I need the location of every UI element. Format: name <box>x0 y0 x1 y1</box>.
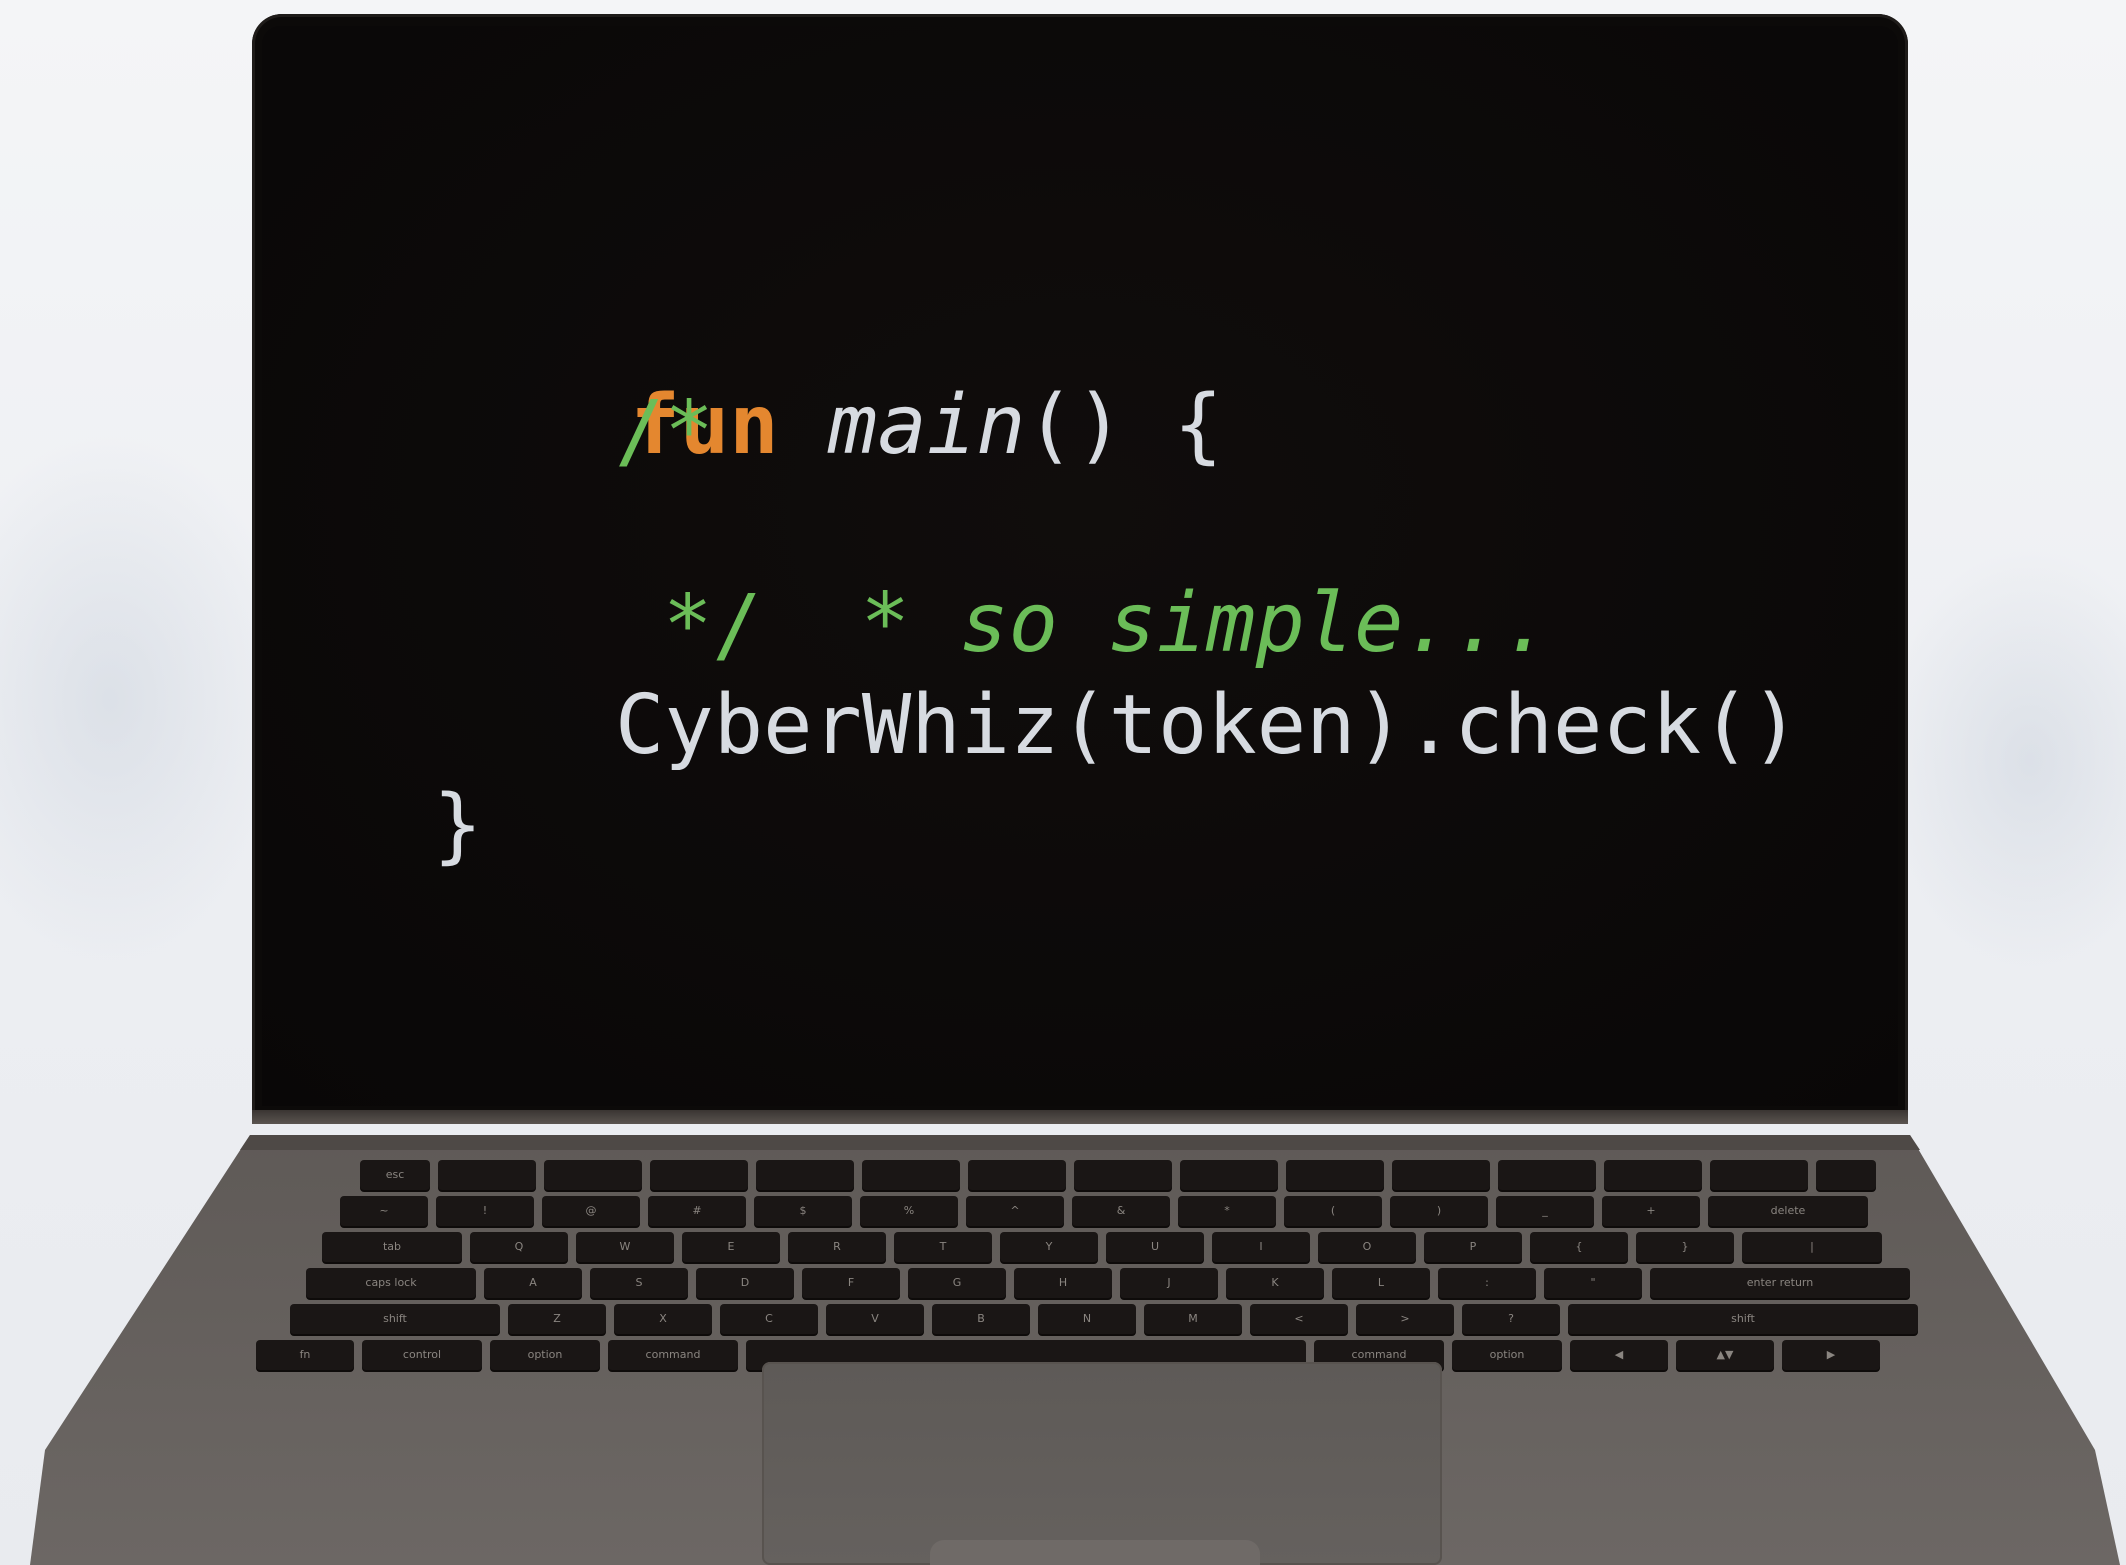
key-command-left: command <box>608 1340 738 1370</box>
key: | <box>1742 1232 1882 1262</box>
key-option-left: option <box>490 1340 600 1370</box>
key: J <box>1120 1268 1218 1298</box>
key: E <box>682 1232 780 1262</box>
key: } <box>1636 1232 1734 1262</box>
key-shift-right: shift <box>1568 1304 1918 1334</box>
code-close-brace: } <box>433 778 483 873</box>
key: > <box>1356 1304 1454 1334</box>
key <box>968 1160 1066 1190</box>
trackpad <box>762 1362 1442 1565</box>
key: T <box>894 1232 992 1262</box>
key: S <box>590 1268 688 1298</box>
keyboard: esc ~ ! @ # $ % ^ & * ( ) _ + delete tab… <box>250 1160 1930 1350</box>
key: $ <box>754 1196 852 1226</box>
key: ! <box>436 1196 534 1226</box>
key: ) <box>1390 1196 1488 1226</box>
key-return: enter return <box>1650 1268 1910 1298</box>
key <box>1710 1160 1808 1190</box>
key: G <box>908 1268 1006 1298</box>
key: + <box>1602 1196 1700 1226</box>
key: ( <box>1284 1196 1382 1226</box>
key: F <box>802 1268 900 1298</box>
key: " <box>1544 1268 1642 1298</box>
key-caps-lock: caps lock <box>306 1268 476 1298</box>
key <box>756 1160 854 1190</box>
key <box>1180 1160 1278 1190</box>
key-arrow-right: ▶ <box>1782 1340 1880 1370</box>
code-comment-star: * <box>860 576 910 671</box>
key: Y <box>1000 1232 1098 1262</box>
hinge <box>252 1110 1908 1124</box>
key: X <box>614 1304 712 1334</box>
key: I <box>1212 1232 1310 1262</box>
key: : <box>1438 1268 1536 1298</box>
key: R <box>788 1232 886 1262</box>
key-control: control <box>362 1340 482 1370</box>
key <box>1604 1160 1702 1190</box>
key: & <box>1072 1196 1170 1226</box>
key <box>438 1160 536 1190</box>
key: { <box>1530 1232 1628 1262</box>
key <box>544 1160 642 1190</box>
key: _ <box>1496 1196 1594 1226</box>
code-comment-text: so simple... <box>959 576 1552 671</box>
key: P <box>1424 1232 1522 1262</box>
key: O <box>1318 1232 1416 1262</box>
key: Z <box>508 1304 606 1334</box>
key-delete: delete <box>1708 1196 1868 1226</box>
key <box>862 1160 960 1190</box>
key: A <box>484 1268 582 1298</box>
key-fn: fn <box>256 1340 354 1370</box>
key-esc: esc <box>360 1160 430 1190</box>
lid-opening-notch <box>930 1540 1260 1565</box>
key: # <box>648 1196 746 1226</box>
key-arrow-left: ◀ <box>1570 1340 1668 1370</box>
code-function-name: main <box>827 378 1026 473</box>
key <box>1816 1160 1876 1190</box>
key-tab: tab <box>322 1232 462 1262</box>
key: K <box>1226 1268 1324 1298</box>
key: H <box>1014 1268 1112 1298</box>
key <box>1392 1160 1490 1190</box>
key: M <box>1144 1304 1242 1334</box>
key: Q <box>470 1232 568 1262</box>
key: W <box>576 1232 674 1262</box>
key: B <box>932 1304 1030 1334</box>
code-comment-open: /* <box>615 384 714 479</box>
key: * <box>1178 1196 1276 1226</box>
key: N <box>1038 1304 1136 1334</box>
code-comment-close: */ <box>663 578 762 673</box>
key: ^ <box>966 1196 1064 1226</box>
key-arrow-up-down: ▲▼ <box>1676 1340 1774 1370</box>
key <box>1074 1160 1172 1190</box>
deck-edge <box>240 1135 1920 1150</box>
key: < <box>1250 1304 1348 1334</box>
key: C <box>720 1304 818 1334</box>
key-shift-left: shift <box>290 1304 500 1334</box>
key: % <box>860 1196 958 1226</box>
key: V <box>826 1304 924 1334</box>
key: @ <box>542 1196 640 1226</box>
key: D <box>696 1268 794 1298</box>
key <box>650 1160 748 1190</box>
key: ~ <box>340 1196 428 1226</box>
key: ? <box>1462 1304 1560 1334</box>
code-call-statement: CyberWhiz(token).check() <box>615 678 1800 773</box>
key-option-right: option <box>1452 1340 1562 1370</box>
key <box>1286 1160 1384 1190</box>
key: L <box>1332 1268 1430 1298</box>
key: U <box>1106 1232 1204 1262</box>
key <box>1498 1160 1596 1190</box>
code-open-brace: () { <box>1025 378 1223 473</box>
